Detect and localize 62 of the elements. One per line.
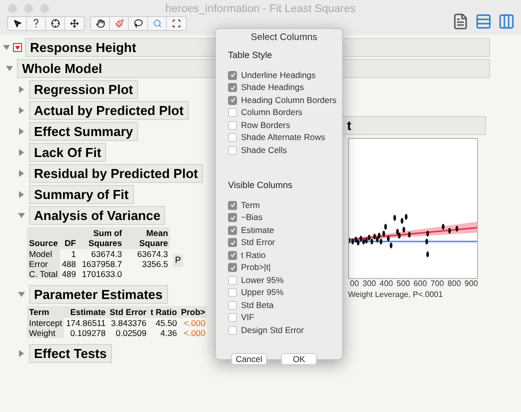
table-cell: <.000 [184,328,206,338]
checkbox-label: Lower 95% [241,274,284,286]
column-header: t Ratio [148,306,179,318]
table-cell: 488 [62,259,76,269]
checkbox-label: Std Beta [241,298,274,312]
table-cell: 4.36 [160,328,177,338]
axis-tick-label: 400 [380,279,393,289]
axis-tick-label: 00 [350,279,359,289]
table-cell: 1 [71,249,76,259]
checkbox-label: Prob>|t| [241,261,271,274]
column-header: Prob> [178,306,208,318]
checkbox-label: t Ratio [241,248,266,262]
checkbox-label: Column Borders [241,106,302,119]
checkbox-label: Shade Cells [241,144,287,156]
table-cell: 174.86511 [66,318,106,328]
axis-tick-label: 900 [464,279,478,289]
column-header: Mean Square [124,227,170,249]
table-cell: C. Total [29,269,58,279]
column-header: Term [27,306,64,318]
table-cell: Intercept [29,318,62,328]
checkbox-label: Estimate [241,224,274,236]
table-cell: 63674.3 [91,249,122,259]
checkbox-label: Term [241,198,260,212]
axis-title: Weight Leverage, P<.0001 [348,289,444,301]
dialog-title: Select Columns [250,31,318,45]
table-cell: <.000 [184,318,206,328]
table-cell: 0.109278 [70,328,106,338]
table-cell: 63674.3 [137,249,168,259]
column-header: Std Error [108,306,148,318]
table-cell: Error [29,259,48,269]
column-header: Sum of Squares [78,227,124,249]
table-cell: P [173,254,184,267]
axis-tick-label: 800 [448,279,461,289]
column-header: DF [60,227,78,249]
table-cell: Weight [29,328,56,338]
table-cell: 3356.5 [142,259,168,269]
window-title: heroes_information - Fit Least Squares [165,2,356,17]
checkbox-label: ~Bias [241,211,262,224]
section-heading: Visible Columns [228,179,294,192]
table-cell: 3.843376 [111,318,146,328]
section-heading: Table Style [228,49,274,62]
axis-tick-label: 600 [414,279,427,289]
checkbox-label: VIF [241,311,254,324]
table-cell: 1701633.0 [82,269,122,279]
column-header: Source [27,227,60,249]
checkbox-label: Std Error [241,236,276,249]
column-header: Estimate [64,306,108,318]
checkbox-label: Underline Headings [241,68,316,82]
checkbox-label: Row Borders [241,118,290,132]
checkbox-label: Heading Column Borders [241,94,336,106]
checkbox-label: Shade Headings [241,81,304,94]
checkbox-label: Shade Alternate Rows [241,131,326,144]
checkbox-label: Upper 95% [241,286,284,299]
table-cell: 1637958.7 [82,259,122,269]
checkbox-label: Design Std Error [241,324,304,336]
axis-tick-label: 700 [430,279,444,289]
table-cell: Model [29,249,52,259]
table-cell: 489 [62,269,76,279]
table-cell: 0.02509 [116,328,146,338]
axis-tick-label: 300 [362,279,376,289]
table-cell: 45.50 [156,318,177,328]
axis-tick-label: 500 [396,279,410,289]
